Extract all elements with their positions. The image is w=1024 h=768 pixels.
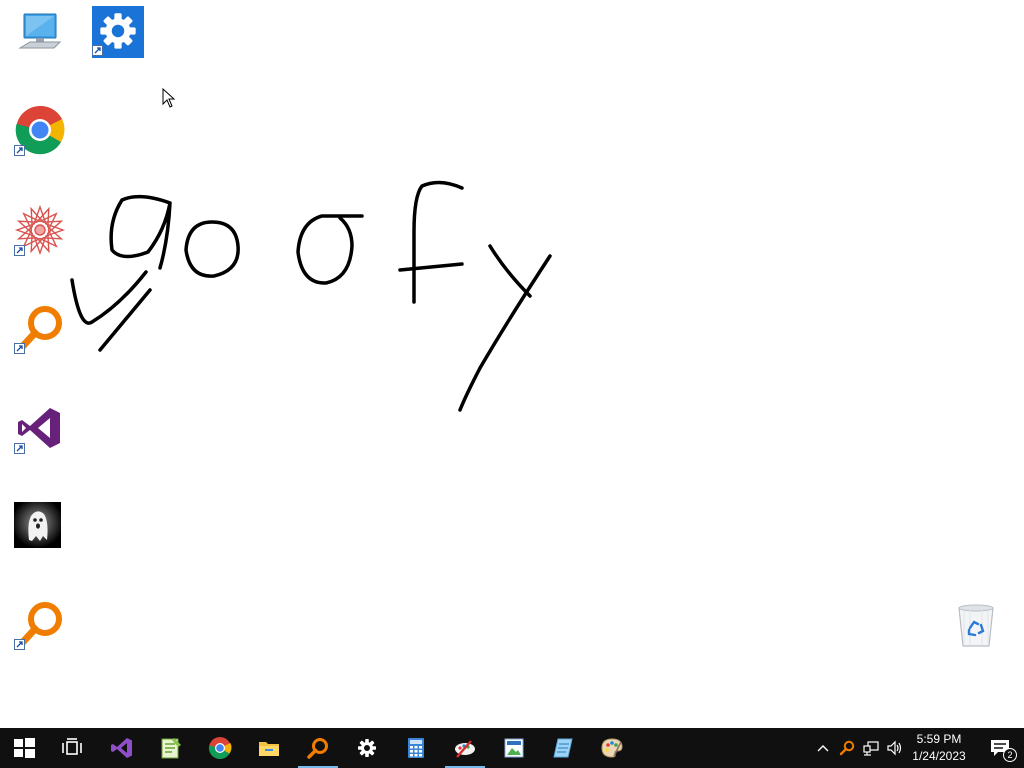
ink-stroke — [184, 220, 240, 278]
visual-studio-icon — [111, 738, 132, 758]
this-pc-icon[interactable] — [14, 6, 66, 58]
calculator-taskbar[interactable] — [392, 728, 440, 768]
paint-app-taskbar[interactable] — [441, 728, 489, 768]
shortcut-arrow-icon — [92, 45, 103, 56]
ink-stroke — [458, 254, 552, 412]
palette-icon — [601, 738, 623, 758]
paint-palette-taskbar[interactable] — [588, 728, 636, 768]
ink-stroke — [412, 180, 464, 304]
ink-stroke — [98, 288, 152, 352]
windows-logo-icon — [14, 738, 35, 758]
ink-stroke — [70, 270, 148, 325]
search-tool-tray-icon — [839, 740, 855, 756]
calculator-icon — [408, 738, 424, 758]
search-tool-icon — [307, 738, 328, 759]
volume-button[interactable] — [884, 728, 904, 768]
recycle-bin-icon[interactable] — [950, 600, 1002, 652]
shortcut-arrow-icon — [14, 443, 25, 454]
shortcut-arrow-icon — [14, 639, 25, 650]
show-hidden-icons-button[interactable] — [812, 728, 834, 768]
network-icon — [863, 741, 879, 756]
network-button[interactable] — [860, 728, 882, 768]
search-tool-taskbar[interactable] — [294, 728, 342, 768]
image-viewer-taskbar[interactable] — [490, 728, 538, 768]
start-button[interactable] — [0, 728, 48, 768]
mouse-cursor-icon — [162, 88, 176, 108]
shortcut-arrow-icon — [14, 245, 25, 256]
notification-count-badge: 2 — [1003, 748, 1017, 762]
chevron-up-icon — [817, 745, 829, 752]
search-tool-shortcut-2-icon[interactable] — [14, 598, 66, 650]
chrome-taskbar[interactable] — [196, 728, 244, 768]
visual-studio-taskbar[interactable] — [98, 728, 146, 768]
image-viewer-icon — [504, 738, 524, 758]
ghost-app-icon[interactable] — [14, 502, 61, 548]
shortcut-arrow-icon — [14, 145, 25, 156]
settings-taskbar[interactable] — [343, 728, 391, 768]
search-tool-shortcut-icon[interactable] — [14, 302, 66, 354]
drawing-canvas[interactable] — [0, 0, 1024, 728]
notepad-icon — [161, 738, 181, 759]
ink-stroke — [109, 194, 172, 270]
visual-studio-shortcut-icon[interactable] — [14, 402, 66, 454]
file-explorer-taskbar[interactable] — [245, 728, 293, 768]
ink-stroke — [488, 244, 532, 298]
ink-stroke — [296, 214, 364, 285]
task-view-button[interactable] — [48, 728, 96, 768]
folder-icon — [259, 742, 279, 756]
shortcut-arrow-icon — [14, 343, 25, 354]
settings-shortcut-icon[interactable] — [92, 6, 144, 58]
paint-brush-icon — [455, 740, 475, 758]
clock[interactable]: 5:59 PM 1/24/2023 — [904, 728, 974, 768]
task-view-icon — [62, 738, 82, 755]
tray-search-tool-button[interactable] — [836, 728, 858, 768]
chrome-shortcut-icon[interactable] — [14, 104, 66, 156]
gear-icon — [358, 739, 376, 757]
taskbar: 5:59 PM 1/24/2023 2 — [0, 728, 1024, 768]
desktop[interactable] — [0, 0, 1024, 728]
chrome-icon — [208, 737, 232, 759]
notes-taskbar[interactable] — [539, 728, 587, 768]
ink-stroke — [398, 262, 464, 272]
speaker-icon — [887, 740, 902, 756]
clock-time: 5:59 PM — [916, 732, 962, 746]
mandala-app-shortcut-icon[interactable] — [14, 204, 66, 256]
clock-date: 1/24/2023 — [912, 749, 966, 763]
notes-icon — [553, 738, 573, 758]
notepad-taskbar[interactable] — [147, 728, 195, 768]
action-center-button[interactable]: 2 — [980, 728, 1020, 768]
